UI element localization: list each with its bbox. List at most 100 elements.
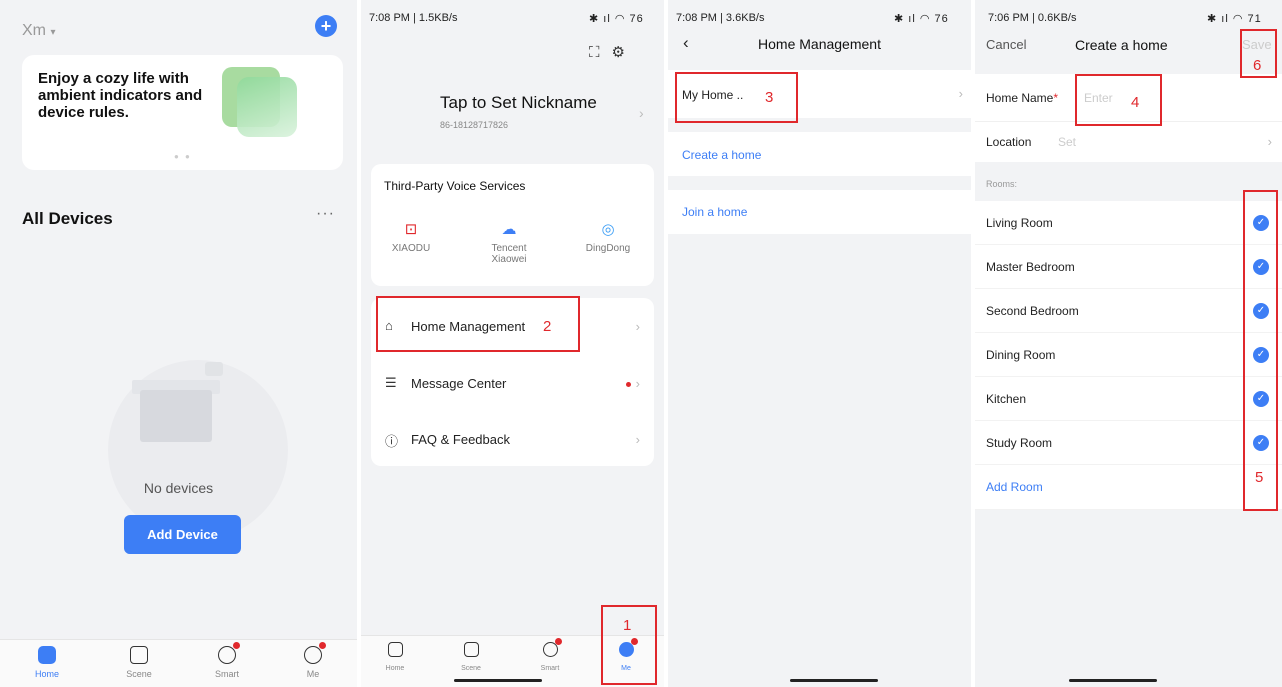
home-indicator	[790, 679, 878, 682]
tab-smart[interactable]: Smart	[520, 638, 580, 672]
banner-text: Enjoy a cozy life with ambient indicator…	[38, 70, 203, 121]
room-row[interactable]: Living Room ✓	[975, 201, 1282, 245]
scan-icon[interactable]: ⛶	[589, 44, 612, 61]
location-row[interactable]: Location Set ›	[975, 122, 1282, 162]
room-row[interactable]: Master Bedroom ✓	[975, 245, 1282, 289]
chevron-right-icon: ›	[625, 376, 640, 391]
promo-banner[interactable]: Enjoy a cozy life with ambient indicator…	[22, 55, 343, 170]
voice-services-card: Third-Party Voice Services ⊡ XIAODU ☁ Te…	[371, 164, 654, 286]
tab-smart[interactable]: Smart	[197, 642, 257, 679]
tab-smart-label: Smart	[214, 669, 239, 679]
cancel-button[interactable]: Cancel	[986, 37, 1026, 52]
tab-home[interactable]: Home	[365, 642, 425, 672]
tab-bar: Home Scene Smart Me	[0, 639, 357, 687]
status-bar-time: 7:06 PM | 0.6KB/s	[988, 12, 1077, 24]
toolbar-icons: ⛶⚙	[589, 43, 637, 61]
carousel-dots: ● ●	[174, 152, 192, 161]
tab-scene[interactable]: Scene	[441, 642, 501, 672]
tab-scene-label: Scene	[461, 665, 481, 672]
chevron-right-icon: ›	[1267, 134, 1272, 149]
voice-service-xiaodu[interactable]: ⊡ XIAODU	[371, 221, 451, 254]
annotation-box-3	[675, 72, 798, 123]
room-row[interactable]: Dining Room ✓	[975, 333, 1282, 377]
chevron-right-icon: ›	[958, 86, 963, 101]
chevron-down-icon: ▾	[50, 27, 56, 38]
tab-scene[interactable]: Scene	[109, 646, 169, 679]
tencent-icon: ☁	[501, 221, 517, 238]
dingdong-icon: ◎	[601, 221, 615, 238]
page-title: Home Management	[758, 36, 881, 52]
add-room-row[interactable]: Add Room	[975, 465, 1282, 510]
room-name: Kitchen	[986, 392, 1027, 406]
voice-service-label: XIAODU	[391, 243, 431, 254]
help-icon: ⓘ	[385, 434, 399, 449]
smart-icon	[218, 642, 240, 664]
tab-home[interactable]: Home	[17, 646, 77, 679]
room-row[interactable]: Second Bedroom ✓	[975, 289, 1282, 333]
voice-service-dingdong[interactable]: ◎ DingDong	[568, 221, 648, 254]
scene-icon	[130, 646, 148, 664]
home-name-label-text: Home Name	[986, 91, 1054, 105]
tab-smart-label: Smart	[540, 665, 560, 672]
home-selector[interactable]: Xm ▾	[22, 22, 55, 40]
home-selector-label: Xm	[22, 22, 46, 39]
annotation-box-5	[1243, 190, 1278, 511]
annotation-label-6: 6	[1253, 57, 1262, 74]
room-row[interactable]: Kitchen ✓	[975, 377, 1282, 421]
room-name: Study Room	[986, 436, 1053, 450]
room-name: Dining Room	[986, 348, 1056, 362]
location-value: Set	[1058, 135, 1077, 149]
create-home-row[interactable]: Create a home	[668, 132, 971, 176]
page-title: Create a home	[1075, 37, 1168, 53]
box-illustration	[140, 390, 212, 442]
voice-service-tencent[interactable]: ☁ Tencent Xiaowei	[469, 221, 549, 265]
tab-me[interactable]: Me	[283, 642, 343, 679]
battery-level: 76	[629, 13, 644, 25]
annotation-label-2: 2	[543, 318, 552, 335]
chevron-right-icon: ›	[639, 105, 644, 121]
room-name: Second Bedroom	[986, 304, 1079, 318]
status-bar-time: 7:08 PM | 1.5KB/s	[369, 12, 458, 24]
home-icon	[387, 642, 403, 657]
join-home-link: Join a home	[682, 205, 748, 219]
home-icon	[38, 646, 56, 664]
menu-label: FAQ & Feedback	[411, 432, 510, 447]
notification-dot	[319, 642, 326, 649]
notification-dot	[554, 638, 562, 645]
scene-icon	[463, 642, 479, 657]
add-icon[interactable]: +	[315, 15, 337, 37]
join-home-row[interactable]: Join a home	[668, 190, 971, 234]
menu-message-center[interactable]: ☰ Message Center ›	[371, 358, 654, 408]
status-bar-time: 7:08 PM | 3.6KB/s	[676, 12, 765, 24]
add-device-button[interactable]: Add Device	[124, 515, 241, 554]
voice-service-label: Tencent Xiaowei	[491, 243, 527, 265]
annotation-box-4	[1075, 74, 1162, 126]
more-icon[interactable]: ···	[316, 205, 335, 223]
notification-dot	[233, 642, 240, 649]
voice-service-label: DingDong	[585, 243, 631, 254]
all-devices-heading: All Devices	[22, 209, 113, 228]
room-name: Master Bedroom	[986, 260, 1075, 274]
profile-icon	[304, 642, 326, 664]
annotation-label-3: 3	[765, 89, 774, 106]
unread-dot	[625, 382, 631, 388]
nickname: Tap to Set Nickname	[440, 93, 597, 112]
add-room-link: Add Room	[986, 480, 1043, 494]
tab-me-label: Me	[306, 669, 320, 679]
profile-row[interactable]: Tap to Set Nickname 86-18128717826 ›	[361, 80, 664, 207]
home-name-label: Home Name*	[986, 91, 1058, 105]
empty-state-text: No devices	[143, 480, 214, 496]
smart-icon	[542, 638, 562, 657]
menu-faq-feedback[interactable]: ⓘ FAQ & Feedback ›	[371, 414, 654, 464]
phone-number: 86-18128717826	[440, 120, 509, 130]
battery-level: 71	[1247, 13, 1262, 25]
room-row[interactable]: Study Room ✓	[975, 421, 1282, 465]
message-icon: ☰	[385, 375, 397, 390]
required-mark: *	[1053, 91, 1059, 105]
annotation-label-1: 1	[623, 617, 632, 634]
settings-icon[interactable]: ⚙	[612, 44, 637, 61]
tab-home-label: Home	[385, 665, 405, 672]
annotation-label-5: 5	[1255, 469, 1264, 486]
xiaodu-icon: ⊡	[404, 221, 418, 238]
battery-level: 76	[934, 13, 949, 25]
